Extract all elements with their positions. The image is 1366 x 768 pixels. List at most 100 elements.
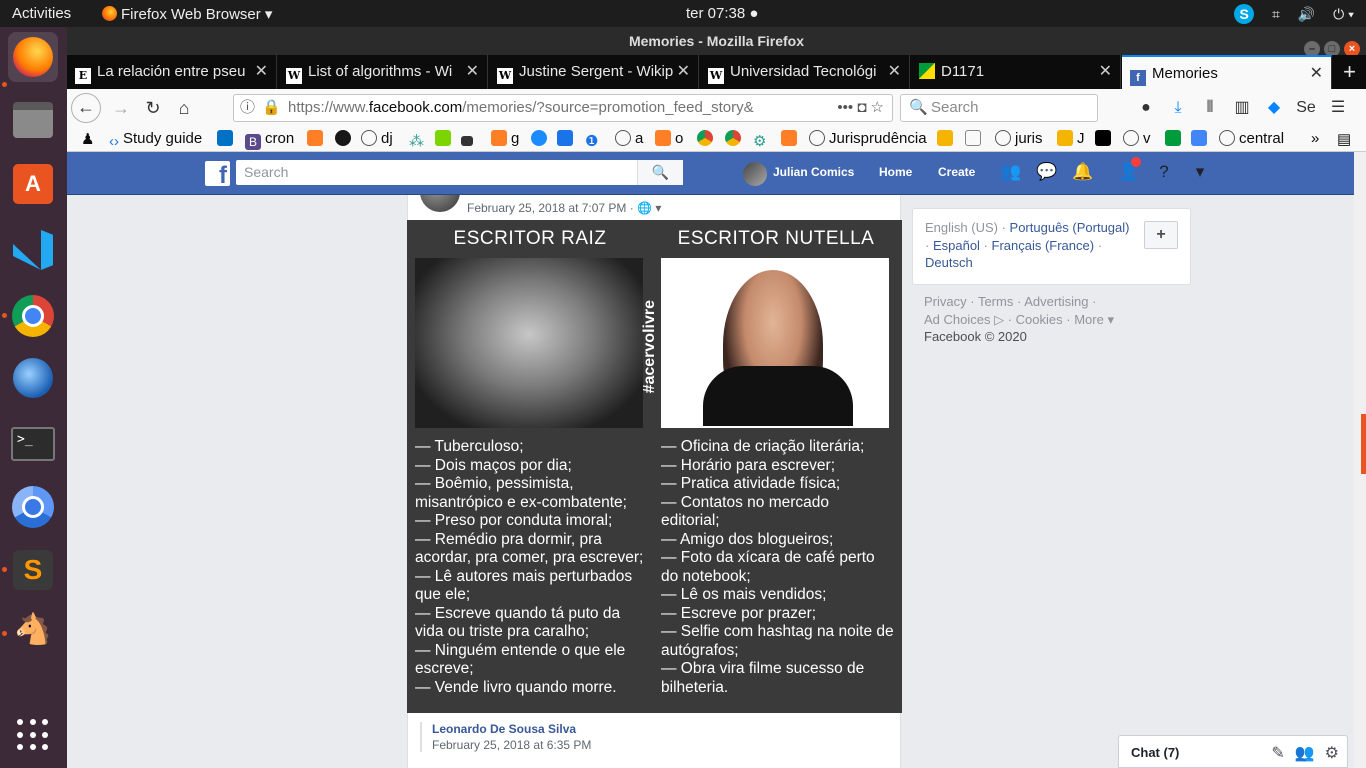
url-bar[interactable]: ⓘ 🔒 https://www.facebook.com/memories/?s… bbox=[233, 94, 893, 122]
bookmark-icon[interactable] bbox=[781, 130, 801, 147]
search-icon[interactable]: 🔍 bbox=[637, 160, 683, 185]
notifications-icon[interactable]: 🔔 bbox=[1071, 160, 1095, 184]
bookmark-icon[interactable]: ⁂ bbox=[409, 130, 428, 150]
tab-la-relacion[interactable]: E La relación entre pseu ✕ bbox=[67, 55, 277, 89]
bookmark-icon[interactable] bbox=[937, 130, 957, 147]
window-titlebar[interactable]: Memories - Mozilla Firefox – □ × bbox=[67, 27, 1366, 57]
avatar[interactable] bbox=[420, 195, 460, 212]
reload-button[interactable]: ↻ bbox=[139, 95, 167, 123]
close-icon[interactable]: ✕ bbox=[888, 55, 901, 89]
bookmark-icon[interactable] bbox=[531, 130, 551, 147]
forward-button[interactable]: → bbox=[107, 95, 135, 123]
bookmark-icon[interactable]: ♟ bbox=[81, 130, 94, 148]
selenium-icon[interactable]: Se bbox=[1293, 99, 1319, 117]
comment-date[interactable]: February 25, 2018 at 6:35 PM bbox=[432, 738, 591, 752]
bookmark-o[interactable]: o bbox=[655, 130, 683, 147]
help-icon[interactable]: ? bbox=[1152, 160, 1176, 184]
extension-icon[interactable]: ◆ bbox=[1261, 97, 1287, 117]
messenger-icon[interactable]: 💬 bbox=[1035, 160, 1059, 184]
sidebar-icon[interactable]: ▥ bbox=[1229, 97, 1255, 117]
menu-icon[interactable]: ☰ bbox=[1325, 97, 1351, 117]
dock-show-apps[interactable] bbox=[8, 710, 58, 760]
search-bar[interactable]: 🔍 Search bbox=[900, 94, 1098, 122]
dock-thunderbird[interactable] bbox=[8, 353, 58, 403]
footer-ad-choices[interactable]: Ad Choices bbox=[924, 312, 990, 327]
footer-more[interactable]: More bbox=[1074, 312, 1104, 327]
create-group-icon[interactable]: 👥 bbox=[1295, 745, 1315, 762]
chat-bar[interactable]: Chat (7) ✎ 👥 ⚙ bbox=[1118, 735, 1348, 768]
network-icon[interactable]: ⌗ bbox=[1272, 6, 1280, 22]
language-french[interactable]: Français (France) bbox=[992, 238, 1095, 253]
home-link[interactable]: Home bbox=[879, 152, 912, 192]
footer-cookies[interactable]: Cookies bbox=[1016, 312, 1063, 327]
volume-icon[interactable]: 🔊 bbox=[1298, 6, 1315, 22]
bookmark-icon[interactable] bbox=[461, 130, 477, 147]
dock-sublime[interactable]: S bbox=[8, 545, 58, 595]
page-scrollbar[interactable] bbox=[1354, 152, 1366, 768]
bookmark-icon[interactable] bbox=[965, 130, 985, 147]
bookmark-icon[interactable] bbox=[697, 130, 717, 147]
close-icon[interactable]: ✕ bbox=[466, 55, 479, 89]
bookmark-icon[interactable] bbox=[435, 130, 455, 147]
library-icon[interactable]: ⫴ bbox=[1197, 99, 1223, 117]
bookmark-dj[interactable]: dj bbox=[361, 130, 393, 147]
bookmark-icon[interactable]: ❶ bbox=[585, 130, 602, 150]
tab-universidad[interactable]: W Universidad Tecnológi ✕ bbox=[700, 55, 910, 89]
pocket-icon[interactable]: ◘ bbox=[857, 99, 866, 116]
close-icon[interactable]: ✕ bbox=[1310, 57, 1323, 89]
github-icon[interactable] bbox=[335, 130, 355, 147]
globe-icon[interactable]: 🌐 ▾ bbox=[637, 201, 661, 215]
app-menu[interactable]: Firefox Web Browser ▾ bbox=[102, 5, 272, 23]
create-link[interactable]: Create bbox=[938, 152, 975, 192]
gear-icon[interactable]: ⚙ bbox=[1325, 745, 1339, 762]
post-date[interactable]: February 25, 2018 at 7:07 PM · 🌐 ▾ bbox=[467, 201, 661, 215]
dock-vscode[interactable] bbox=[8, 225, 58, 275]
new-tab-button[interactable]: + bbox=[1343, 59, 1356, 85]
bookmark-j[interactable]: J bbox=[1057, 130, 1085, 147]
bookmark-central[interactable]: central bbox=[1219, 130, 1284, 147]
outlook-icon[interactable] bbox=[217, 130, 237, 147]
extension-icon[interactable]: ● bbox=[1133, 99, 1159, 117]
account-menu-chevron-icon[interactable]: ▾ bbox=[1188, 160, 1212, 184]
footer-terms[interactable]: Terms bbox=[978, 294, 1013, 309]
dock-chrome[interactable] bbox=[8, 291, 58, 341]
new-message-icon[interactable]: ✎ bbox=[1271, 745, 1284, 762]
bookmark-star-icon[interactable]: ☆ bbox=[871, 99, 884, 116]
dock-firefox[interactable] bbox=[8, 32, 58, 82]
bookmark-juris[interactable]: juris bbox=[995, 130, 1043, 147]
dock-chromium[interactable] bbox=[8, 482, 58, 532]
dock-software-store[interactable]: A bbox=[8, 159, 58, 209]
avatar[interactable] bbox=[743, 162, 767, 186]
language-german[interactable]: Deutsch bbox=[925, 255, 973, 270]
dock-emule[interactable]: 🐴 bbox=[8, 609, 58, 659]
lock-icon[interactable]: 🔒 bbox=[262, 95, 281, 121]
close-icon[interactable]: ✕ bbox=[1099, 55, 1112, 89]
meme-image[interactable]: ESCRITOR RAIZ ESCRITOR NUTELLA #acervoli… bbox=[407, 220, 902, 713]
footer-advertising[interactable]: Advertising bbox=[1024, 294, 1088, 309]
more-bookmarks-icon[interactable]: » bbox=[1311, 130, 1319, 147]
bookmark-icon[interactable] bbox=[557, 130, 577, 147]
other-bookmarks-icon[interactable]: ▤ bbox=[1337, 130, 1351, 148]
tab-d1171[interactable]: D1171 ✕ bbox=[911, 55, 1121, 89]
bookmark-icon[interactable] bbox=[1165, 130, 1185, 147]
dock-terminal[interactable]: >_ bbox=[8, 419, 58, 469]
power-icon[interactable]: ⏻ ▾ bbox=[1333, 6, 1354, 22]
close-icon[interactable]: ✕ bbox=[677, 55, 690, 89]
gear-icon[interactable]: ⚙ bbox=[753, 130, 770, 150]
profile-link[interactable]: Julian Comics bbox=[773, 152, 854, 192]
bookmark-study-guide[interactable]: ‹› Study guide bbox=[109, 130, 202, 150]
facebook-search-input[interactable]: Search bbox=[236, 160, 682, 185]
bookmark-icon[interactable] bbox=[1095, 130, 1115, 147]
tab-memories[interactable]: f Memories ✕ bbox=[1122, 55, 1332, 89]
bookmark-jurisprudencia[interactable]: Jurisprudência bbox=[809, 130, 927, 147]
bookmark-a[interactable]: a bbox=[615, 130, 643, 147]
bookmark-v[interactable]: v bbox=[1123, 130, 1151, 147]
tab-list-of-algorithms[interactable]: W List of algorithms - Wi ✕ bbox=[278, 55, 488, 89]
friend-requests-icon[interactable]: 👥 bbox=[999, 160, 1023, 184]
bookmark-g[interactable]: g bbox=[491, 130, 519, 147]
bookmark-icon[interactable] bbox=[725, 130, 745, 147]
comment-author[interactable]: Leonardo De Sousa Silva bbox=[432, 722, 591, 736]
bookmark-cron[interactable]: Bcron bbox=[245, 130, 294, 150]
skype-icon[interactable]: S bbox=[1234, 4, 1255, 24]
footer-privacy[interactable]: Privacy bbox=[924, 294, 967, 309]
